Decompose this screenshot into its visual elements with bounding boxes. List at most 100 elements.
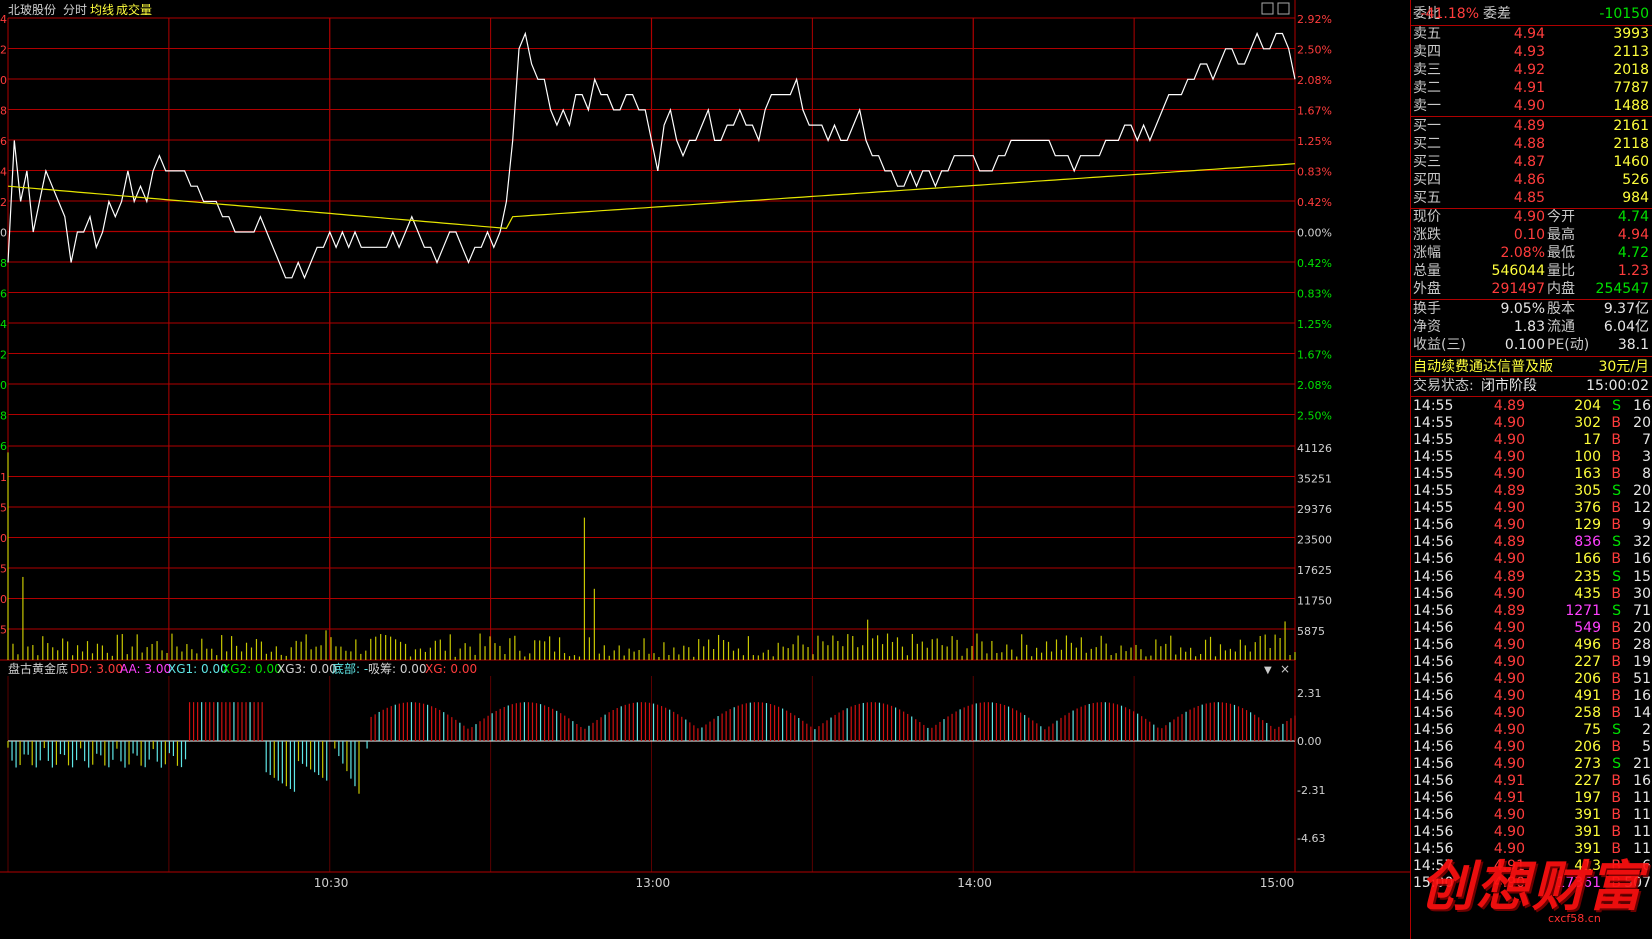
stat-value: 4.72 [1617,245,1649,261]
volume-tick-left: 5 [0,624,7,637]
buy-price: 4.88 [1513,136,1545,152]
sell-label: 卖五 [1413,26,1441,42]
stat-label: 最高 [1547,227,1575,243]
sell-volume: 1488 [1613,98,1649,114]
sell-volume: 7787 [1613,80,1649,96]
stat-label: 今开 [1547,209,1575,225]
stat2-label: 股本 [1547,301,1575,317]
buy-volume: 2161 [1613,118,1649,134]
stat2-label: PE(动) [1547,337,1590,353]
pct-tick: 2.50% [1297,44,1332,57]
buy-label: 买四 [1413,172,1441,188]
quote-sidebar: 委比 -41.18% 委差 -10150 卖五 4.94 3993 卖四 4.93 2113 卖三 4… [1410,0,1652,939]
sell-label: 卖三 [1413,62,1441,78]
price-tick: 8 [0,105,7,118]
price-tick: 4 [0,166,7,179]
pct-tick: 0.83% [1297,288,1332,301]
stat2-row: 净资 1.83 流通 6.04亿 [1411,318,1652,337]
volume-tick-left: 0 [0,593,7,606]
watermark-url: cxcf58.cn [1548,912,1601,925]
stat-label: 现价 [1413,209,1441,225]
volume-tick-left: 0 [0,532,7,545]
stat-value: 2.08% [1500,245,1545,261]
indicator-tick: 2.31 [1297,687,1322,700]
stat-label: 量比 [1547,263,1575,279]
time-tick: 10:30 [314,876,349,890]
indicator-2: AA: 3.00 [120,662,171,676]
sell-price: 4.93 [1513,44,1545,60]
volume-tick: 29376 [1297,503,1332,516]
price-tick: 4 [0,13,7,26]
buy-volume: 984 [1622,190,1649,206]
indicator-5: XG3: 0.00 [277,662,337,676]
volume-tick: 35251 [1297,473,1332,486]
pct-tick: 0.83% [1297,166,1332,179]
buy-row: 买四 4.86 526 [1411,171,1652,190]
stat-row: 总量 546044 量比 1.23 [1411,262,1652,281]
ad-price: 30元/月 [1598,359,1649,375]
stat-label: 内盘 [1547,281,1575,297]
price-tick: 8 [0,410,7,423]
pct-tick: 2.50% [1297,410,1332,423]
stat-value: 291497 [1491,281,1545,297]
zoom-out-icon[interactable] [1277,2,1290,15]
buy-volume: 1460 [1613,154,1649,170]
dropdown-icon[interactable]: ▼ [1264,665,1272,676]
buy-label: 买二 [1413,136,1441,152]
stat-value: 0.10 [1513,227,1545,243]
volume-tick: 11750 [1297,595,1332,608]
buy-label: 买五 [1413,190,1441,206]
stat2-value: 1.83 [1513,319,1545,335]
stat-value: 1.23 [1617,263,1649,279]
stat2-label: 流通 [1547,319,1575,335]
volume-tick-left: 5 [0,502,7,515]
buy-row: 买五 4.85 984 [1411,189,1652,208]
stat2-label: 换手 [1413,301,1441,317]
stat-row: 涨跌 0.10 最高 4.94 [1411,226,1652,245]
trade-status-time: 15:00:02 [1586,378,1649,394]
stat-label: 涨跌 [1413,227,1441,243]
zoom-in-icon[interactable] [1261,2,1274,15]
time-tick: 13:00 [636,876,671,890]
sell-volume: 3993 [1613,26,1649,42]
trade-status-row: 交易状态: 闭市阶段 15:00:02 [1411,377,1652,396]
stat2-value: 9.05% [1500,301,1545,317]
buy-label: 买一 [1413,118,1441,134]
stat2-row: 收益(三) 0.100 PE(动) 38.1 [1411,336,1652,355]
sell-price: 4.92 [1513,62,1545,78]
buy-volume: 526 [1622,172,1649,188]
tab-intraday: 分时 [63,3,87,17]
weicha-value: -10150 [1599,6,1649,22]
stat-row: 涨幅 2.08% 最低 4.72 [1411,244,1652,263]
intraday-chart[interactable]: 北玻股份 分时 均线 成交量 2.92% 2.50% 2.08% 1.67% 1.25% 0.83… [0,0,1410,939]
pct-tick: 1.67% [1297,105,1332,118]
stat2-row: 换手 9.05% 股本 9.37亿 [1411,300,1652,319]
price-tick: 0 [0,74,7,87]
indicator-1: DD: 3.00 [70,662,123,676]
buy-price: 4.86 [1513,172,1545,188]
indicator-tick: 0.00 [1297,735,1322,748]
stat-row: 现价 4.90 今开 4.74 [1411,208,1652,227]
stat-value: 4.94 [1617,227,1649,243]
indicator-tick: -2.31 [1297,784,1325,797]
buy-row: 买二 4.88 2118 [1411,135,1652,154]
sell-label: 卖四 [1413,44,1441,60]
weibi-value: -41.18% [1420,6,1479,22]
volume-tick: 17625 [1297,564,1332,577]
weicha-label: 委差 [1483,6,1511,22]
price-tick: 2 [0,44,7,57]
sell-label: 卖一 [1413,98,1441,114]
indicator-0: 盘古黄金底 [8,661,68,676]
buy-price: 4.89 [1513,118,1545,134]
price-tick: 6 [0,288,7,301]
price-tick: 0 [0,227,7,240]
sell-row: 卖一 4.90 1488 [1411,97,1652,116]
trade-status-value: 闭市阶段 [1481,378,1537,394]
stat-value: 546044 [1491,263,1545,279]
volume-label: 成交量 [116,2,152,17]
close-icon[interactable]: × [1280,662,1290,676]
indicator-6: 底部: - [332,661,368,676]
pct-tick: 2.08% [1297,379,1332,392]
ad-link[interactable]: 自动续费通达信普及版 [1413,358,1553,377]
watermark-logo: 创想财富 [1420,854,1644,918]
